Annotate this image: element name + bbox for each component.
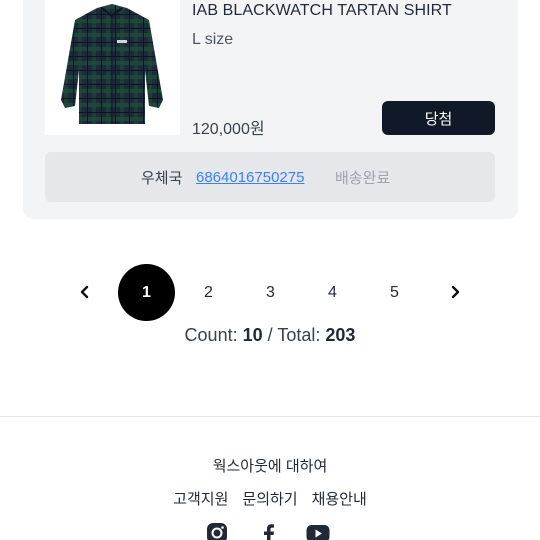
product-name[interactable]: IAB BLACKWATCH TARTAN SHIRT <box>192 2 452 20</box>
count-value: 10 <box>242 325 263 345</box>
footer-links: 고객지원 문의하기 채용안내 <box>0 488 540 509</box>
shipping-info: 우체국 6864016750275 배송완료 <box>45 152 495 202</box>
shipping-carrier: 우체국 <box>141 169 183 187</box>
page-1[interactable]: 1 <box>118 264 175 321</box>
count-separator: / <box>267 325 273 345</box>
chevron-right-icon <box>451 285 460 299</box>
total-label: Total: <box>277 325 321 345</box>
instagram-icon[interactable] <box>206 522 228 540</box>
win-status-button[interactable]: 당첨 <box>382 101 495 135</box>
count-label: Count: <box>184 325 238 345</box>
page-5[interactable]: 5 <box>366 264 423 321</box>
result-count: Count: 10 / Total: 203 <box>0 325 540 346</box>
youtube-icon[interactable] <box>306 522 330 540</box>
shirt-image <box>61 4 163 124</box>
prev-page-button[interactable] <box>73 280 97 304</box>
product-price: 120,000원 <box>192 121 265 138</box>
page-3[interactable]: 3 <box>242 264 299 321</box>
footer-link-careers[interactable]: 채용안내 <box>312 488 367 509</box>
shipping-status: 배송완료 <box>335 169 391 187</box>
page-4[interactable]: 4 <box>304 264 361 321</box>
total-value: 203 <box>325 325 356 345</box>
page-2[interactable]: 2 <box>180 264 237 321</box>
footer-link-support[interactable]: 고객지원 <box>173 488 228 509</box>
footer-link-contact[interactable]: 문의하기 <box>242 488 297 509</box>
footer-about-link[interactable]: 웍스아웃에 대하여 <box>0 455 540 476</box>
product-size: L size <box>192 31 234 48</box>
next-page-button[interactable] <box>443 280 467 304</box>
tracking-number-link[interactable]: 6864016750275 <box>196 169 304 186</box>
footer-divider <box>0 416 540 417</box>
facebook-icon[interactable] <box>258 522 280 540</box>
product-image[interactable] <box>45 0 180 135</box>
chevron-left-icon <box>80 285 89 299</box>
